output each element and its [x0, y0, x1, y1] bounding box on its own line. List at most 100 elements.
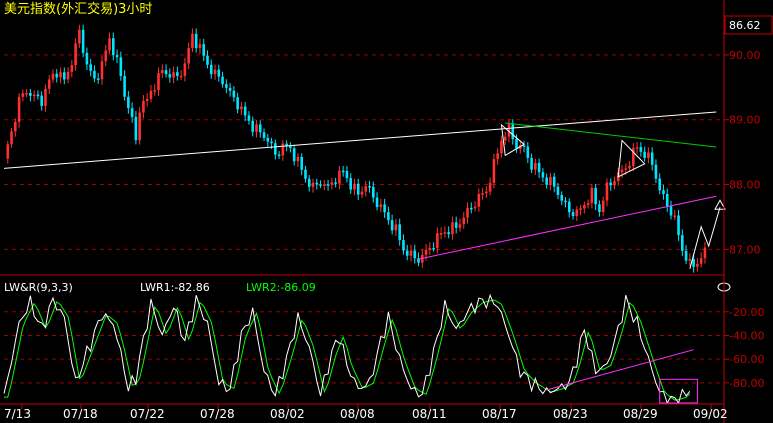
candle-down [134, 116, 138, 141]
x-tick-label: 07/18 [63, 407, 98, 421]
x-tick-label: 08/08 [340, 407, 375, 421]
candle-up [255, 124, 258, 132]
candle-up [353, 183, 356, 190]
time-axis: 7/13 07/18 07/22 07/28 08/02 08/08 08/11 08/17 0… [4, 404, 728, 421]
candle-down [243, 106, 247, 116]
candle-down [307, 178, 311, 187]
candle-up [496, 153, 499, 160]
candle-down [677, 215, 680, 236]
candle-down [684, 250, 688, 261]
main-candles [6, 24, 707, 273]
candle-down [650, 152, 654, 165]
candle-up [51, 73, 55, 80]
candle-down [692, 259, 695, 267]
candle-down [541, 172, 545, 178]
candle-down [345, 170, 349, 179]
main-y-tick-label: 87.00 [729, 243, 761, 256]
candle-up [394, 224, 398, 231]
candle-down [81, 29, 85, 53]
candle-down [567, 201, 571, 213]
candle-up [647, 152, 650, 158]
candle-up [605, 182, 609, 201]
main-y-tick-label: 90.00 [729, 49, 761, 62]
candle-up [673, 215, 677, 217]
candle-down [654, 164, 658, 179]
candle-up [481, 193, 484, 195]
trendline [3, 111, 717, 169]
candle-up [379, 204, 383, 208]
candle-down [285, 143, 288, 146]
candle-up [21, 93, 25, 97]
candle-up [213, 69, 217, 75]
candle-down [447, 232, 450, 235]
candle-down [598, 204, 601, 213]
candle-down [194, 33, 198, 49]
candle-up [157, 73, 160, 91]
candle-up [47, 79, 51, 89]
candle-up [436, 233, 439, 249]
candle-down [402, 240, 405, 251]
oscillator-y-axis: -20.00 -40.00 -60.00 -80.00 [724, 306, 764, 390]
candle-down [247, 115, 251, 121]
candle-up [179, 75, 183, 78]
candle-up [311, 182, 315, 187]
candle-up [424, 249, 428, 255]
candle-up [583, 205, 586, 209]
candle-up [364, 186, 368, 192]
candle-down [221, 76, 224, 85]
candle-down [681, 235, 684, 251]
candle-up [488, 182, 492, 192]
candle-up [149, 90, 153, 99]
candle-up [338, 170, 341, 184]
candle-down [123, 75, 126, 97]
candle-up [477, 193, 481, 207]
candle-down [511, 124, 515, 140]
candle-up [688, 259, 692, 261]
oscillator-annotations [546, 349, 698, 404]
candle-down [609, 182, 613, 186]
candle-down [225, 84, 228, 88]
chart-canvas: 美元指数(外汇交易)3小时 86.62 90.00 89.00 88.00 87.00… [0, 0, 773, 423]
lwr1-value-label: LWR1:-82.86 [140, 281, 210, 294]
osc-y-tick-label: -80.00 [729, 377, 764, 390]
candle-down [274, 143, 277, 155]
main-chart-title: 美元指数(外汇交易)3小时 [4, 1, 152, 17]
oscillator-title: LW&R(9,3,3) [4, 281, 73, 294]
candle-up [451, 222, 454, 235]
candle-up [323, 184, 326, 186]
candle-up [108, 38, 111, 51]
osc-y-tick-label: -40.00 [729, 329, 764, 342]
candle-up [10, 131, 13, 145]
candle-down [522, 145, 526, 147]
candle-down [530, 157, 533, 170]
candle-up [183, 63, 187, 76]
candle-up [579, 208, 582, 210]
candle-up [281, 143, 285, 156]
candle-up [503, 136, 507, 141]
candle-down [556, 186, 560, 196]
candle-down [356, 183, 360, 195]
candle-up [187, 48, 190, 64]
osc-y-tick-label: -20.00 [729, 306, 764, 319]
candle-up [590, 187, 594, 204]
candle-up [240, 106, 243, 110]
candle-down [658, 178, 662, 191]
candle-down [292, 148, 296, 162]
osc-support-line [546, 349, 694, 391]
candle-down [545, 177, 548, 185]
candle-down [111, 38, 115, 56]
candle-up [635, 147, 639, 149]
candle-down [413, 250, 417, 259]
candle-down [258, 124, 262, 133]
oscillator-series [3, 293, 691, 405]
candle-down [432, 248, 435, 250]
candle-up [620, 169, 624, 173]
candle-up [32, 94, 36, 97]
candle-up [466, 207, 469, 218]
candle-down [552, 176, 556, 187]
candle-down [29, 92, 32, 96]
main-gridlines [4, 54, 724, 250]
main-y-axis: 90.00 89.00 88.00 87.00 [724, 49, 761, 256]
trendline [505, 122, 717, 148]
candle-up [70, 65, 74, 72]
